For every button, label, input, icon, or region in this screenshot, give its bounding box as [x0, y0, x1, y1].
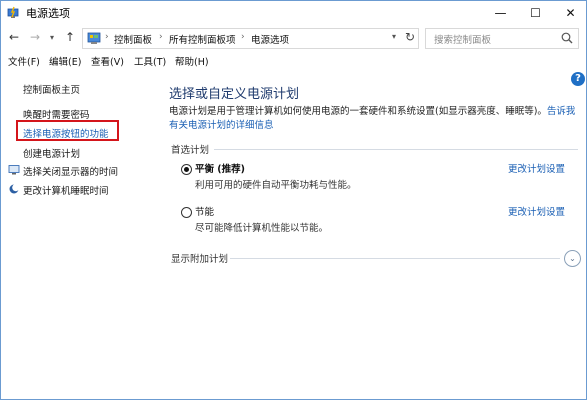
- breadcrumb-separator: ›: [159, 32, 163, 42]
- breadcrumb-separator: ›: [241, 32, 245, 42]
- menu-view[interactable]: 查看(V): [91, 54, 124, 68]
- moon-icon: [9, 184, 20, 194]
- page-description: 电源计划是用于管理计算机如何使用电源的一套硬件和系统设置(如显示器亮度、睡眠等)…: [169, 105, 579, 133]
- close-button[interactable]: ✕: [554, 1, 586, 25]
- menu-file[interactable]: 文件(F): [8, 54, 40, 68]
- radio-selected-dot: [184, 167, 189, 172]
- menu-bar: 文件(F) 编辑(E) 查看(V) 工具(T) 帮助(H): [1, 50, 586, 70]
- highlight-box: [16, 120, 119, 141]
- sidebar-item-create-plan[interactable]: 创建电源计划: [23, 146, 80, 160]
- recent-locations-icon[interactable]: ▾: [45, 33, 59, 42]
- menu-tools[interactable]: 工具(T): [134, 54, 166, 68]
- plan-power-saver-name[interactable]: 节能: [195, 204, 214, 218]
- power-options-window: 电源选项 — ☐ ✕ ← → ▾ ↑ › 控制面板 › 所有控制面板项 › 电源…: [0, 0, 587, 400]
- plan-balanced-desc: 利用可用的硬件自动平衡功耗与性能。: [195, 180, 357, 191]
- plan-balanced-radio[interactable]: [181, 164, 192, 175]
- breadcrumb-separator: ›: [105, 32, 109, 42]
- power-options-app-icon: [7, 6, 19, 18]
- address-bar[interactable]: › 控制面板 › 所有控制面板项 › 电源选项 ▾ ↻: [82, 28, 419, 49]
- plan-power-saver-change-link[interactable]: 更改计划设置: [508, 204, 565, 218]
- maximize-button[interactable]: ☐: [519, 1, 552, 25]
- menu-edit[interactable]: 编辑(E): [49, 54, 81, 68]
- title-bar: 电源选项 — ☐ ✕: [1, 1, 586, 25]
- breadcrumb-power-options[interactable]: 电源选项: [251, 32, 289, 46]
- section-divider: [214, 149, 578, 150]
- sidebar-home-link[interactable]: 控制面板主页: [23, 82, 80, 96]
- page-title: 选择或自定义电源计划: [169, 87, 300, 102]
- breadcrumb-all-items[interactable]: 所有控制面板项: [169, 32, 236, 46]
- monitor-icon: [8, 165, 20, 175]
- help-icon[interactable]: ?: [571, 72, 585, 86]
- sidebar-item-display-off[interactable]: 选择关闭显示器的时间: [23, 164, 118, 178]
- plan-power-saver-desc: 尽可能降低计算机性能以节能。: [195, 223, 329, 234]
- search-box[interactable]: 搜索控制面板: [425, 28, 579, 49]
- navigation-bar: ← → ▾ ↑ › 控制面板 › 所有控制面板项 › 电源选项 ▾ ↻ 搜索控制…: [1, 25, 586, 50]
- preferred-plans-label: 首选计划: [171, 145, 210, 156]
- address-dropdown-icon[interactable]: ▾: [392, 32, 396, 41]
- plan-power-saver-radio[interactable]: [181, 207, 192, 218]
- plan-balanced-change-link[interactable]: 更改计划设置: [508, 161, 565, 175]
- forward-button[interactable]: →: [28, 30, 42, 44]
- search-placeholder: 搜索控制面板: [434, 35, 492, 46]
- breadcrumb-control-panel[interactable]: 控制面板: [114, 32, 152, 46]
- search-icon[interactable]: [560, 31, 574, 45]
- chevron-down-icon[interactable]: ⌄: [564, 250, 581, 267]
- refresh-icon[interactable]: ↻: [405, 30, 415, 44]
- sidebar-item-wake-password[interactable]: 唤醒时需要密码: [23, 107, 90, 121]
- section-divider: [230, 258, 560, 259]
- menu-help[interactable]: 帮助(H): [175, 54, 209, 68]
- sidebar-item-sleep-time[interactable]: 更改计算机睡眠时间: [23, 183, 109, 197]
- back-button[interactable]: ←: [7, 30, 21, 44]
- window-title: 电源选项: [26, 7, 70, 20]
- description-text: 电源计划是用于管理计算机如何使用电源的一套硬件和系统设置(如显示器亮度、睡眠等)…: [169, 106, 547, 117]
- control-panel-icon: [87, 32, 101, 44]
- up-button[interactable]: ↑: [63, 30, 77, 44]
- plan-balanced-name[interactable]: 平衡 (推荐): [195, 161, 245, 175]
- minimize-button[interactable]: —: [484, 1, 517, 25]
- show-additional-plans-label[interactable]: 显示附加计划: [171, 251, 228, 265]
